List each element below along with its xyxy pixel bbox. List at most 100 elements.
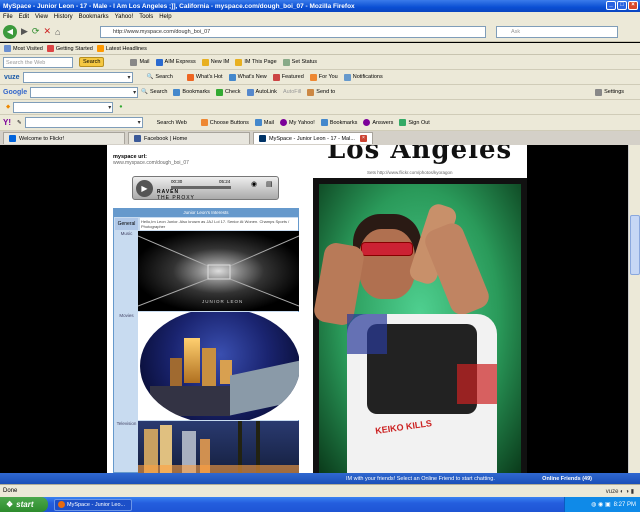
- notifications-button[interactable]: Notifications: [343, 73, 383, 81]
- menu-history[interactable]: History: [54, 14, 73, 20]
- send-to-button[interactable]: Send to: [307, 88, 335, 96]
- vertical-scrollbar[interactable]: [628, 145, 640, 473]
- google-settings-button[interactable]: Settings: [595, 88, 624, 96]
- im-message: IM with your friends! Select an Online F…: [346, 475, 495, 482]
- nav-bar: ◀ ▶ ⟳ ✕ ⌂ http://www.myspace.com/dough_b…: [0, 22, 640, 42]
- online-friends-button[interactable]: Online Friends (49): [542, 476, 592, 482]
- search-button[interactable]: Search: [79, 57, 105, 67]
- reload-button[interactable]: ⟳: [32, 26, 40, 37]
- yahoo-search-input[interactable]: [24, 117, 143, 128]
- main-profile-photo[interactable]: KEIKO KILLS: [313, 178, 527, 473]
- search-web-button[interactable]: Search Web: [157, 120, 187, 126]
- tab-myspace[interactable]: MySpace - Junior Leon - 17 - Mal... ×: [253, 132, 373, 144]
- tab-facebook[interactable]: Facebook | Home: [128, 132, 250, 144]
- pencil-icon[interactable]: ✎: [17, 120, 22, 126]
- general-text: Hello,Im Leon Junior. Also known as JAJ …: [140, 218, 298, 230]
- movies-photo[interactable]: [138, 312, 299, 420]
- banner-text: Los Angeles: [327, 145, 513, 165]
- windows-logo-icon: ❖: [6, 500, 14, 509]
- start-button[interactable]: ❖ start: [0, 497, 48, 512]
- title-bar: MySpace - Junior Leon - 17 - Male - I Am…: [0, 0, 640, 12]
- for-you-button[interactable]: For You: [309, 73, 338, 81]
- featured-button[interactable]: Featured: [272, 73, 304, 81]
- tab-flickr[interactable]: Welcome to Flickr!: [3, 132, 125, 144]
- menu-edit[interactable]: Edit: [19, 14, 29, 20]
- myspace-profile: myspace url: www.myspace.com/dough_boi_0…: [107, 145, 527, 473]
- web-search-input[interactable]: Search the Web: [3, 56, 73, 68]
- bookmark-getting-started[interactable]: Getting Started: [46, 45, 93, 52]
- menu-icon[interactable]: ▤: [266, 180, 273, 188]
- interests-table: Junior Leon's Interests General Hello,Im…: [113, 208, 299, 473]
- window-title: MySpace - Junior Leon - 17 - Male - I Am…: [3, 2, 355, 10]
- close-tab-icon[interactable]: ×: [360, 135, 367, 142]
- scroll-thumb[interactable]: [630, 215, 640, 275]
- taskbar-firefox-button[interactable]: MySpace - Junior Leo...: [54, 498, 132, 511]
- progress-bar[interactable]: [171, 186, 231, 189]
- status-icons: vuze ◐ ◑ ▮: [605, 488, 634, 495]
- photo-credit[interactable]: Sets http://www.flickr.com/photos/kyorag…: [367, 170, 453, 175]
- menu-help[interactable]: Help: [159, 14, 171, 20]
- clock: 8:27 PM: [613, 501, 636, 508]
- google-bookmarks-button[interactable]: Bookmarks: [173, 88, 210, 96]
- volume-icon[interactable]: ◉: [251, 180, 257, 188]
- movies-label: Movies: [119, 313, 134, 318]
- answers-button[interactable]: Answers: [363, 119, 393, 126]
- whats-new-button[interactable]: What's New: [228, 73, 267, 81]
- search-engine-input[interactable]: Ask: [496, 26, 618, 38]
- vuze-logo: vuze: [4, 73, 20, 81]
- shirt-text: KEIKO KILLS: [374, 418, 433, 436]
- close-button[interactable]: ×: [628, 1, 638, 10]
- check-button[interactable]: Check: [215, 88, 241, 96]
- autolink-button[interactable]: AutoLink: [246, 88, 277, 96]
- forward-button[interactable]: ▶: [21, 26, 28, 37]
- yahoo-bookmarks-button[interactable]: Bookmarks: [320, 119, 357, 126]
- google-logo: Google: [3, 88, 28, 96]
- misc-toolbar: ◆ ●: [0, 100, 640, 115]
- home-button[interactable]: ⌂: [55, 27, 60, 37]
- google-toolbar: Google 🔍Search Bookmarks Check AutoLink …: [0, 85, 640, 100]
- url-input[interactable]: http://www.myspace.com/dough_boi_07: [100, 26, 486, 38]
- aim-mail-link[interactable]: Mail: [130, 58, 150, 66]
- sign-out-button[interactable]: Sign Out: [399, 119, 430, 126]
- stop-button[interactable]: ✕: [43, 26, 51, 37]
- television-photo[interactable]: [138, 421, 299, 473]
- time-elapsed: 00:30: [171, 179, 183, 184]
- music-photo[interactable]: JUNIOR LEON: [138, 231, 299, 311]
- google-search-input[interactable]: [30, 86, 139, 98]
- my-yahoo-button[interactable]: My Yahoo!: [280, 119, 315, 126]
- play-button[interactable]: ▶: [136, 180, 153, 197]
- choose-buttons-button[interactable]: Choose Buttons: [200, 119, 249, 126]
- yahoo-logo: Y!: [3, 118, 11, 127]
- player-song: THE PROXY: [157, 195, 195, 201]
- im-bar: IM with your friends! Select an Online F…: [0, 473, 640, 484]
- vuze-search-button[interactable]: 🔍 Search: [147, 74, 173, 80]
- bookmarks-bar: Most Visited Getting Started Latest Head…: [0, 43, 640, 55]
- page-viewport: myspace url: www.myspace.com/dough_boi_0…: [0, 145, 640, 473]
- google-search-button[interactable]: 🔍 Search: [141, 89, 167, 95]
- maximize-button[interactable]: □: [617, 1, 627, 10]
- new-im-link[interactable]: New IM: [201, 58, 229, 66]
- whats-hot-button[interactable]: What's Hot: [186, 73, 223, 81]
- back-button[interactable]: ◀: [3, 24, 17, 39]
- minimize-button[interactable]: _: [606, 1, 616, 10]
- vuze-search-input[interactable]: [22, 71, 133, 83]
- menu-view[interactable]: View: [35, 14, 48, 20]
- bookmark-latest-headlines[interactable]: Latest Headlines: [96, 45, 147, 52]
- misc-dropdown[interactable]: [13, 101, 114, 113]
- menu-file[interactable]: File: [3, 14, 13, 20]
- im-this-page-link[interactable]: IM This Page: [235, 58, 277, 66]
- toolbar-icon[interactable]: ◆: [6, 104, 10, 110]
- vuze-toolbar: vuze 🔍Search What's Hot What's New Featu…: [0, 70, 640, 85]
- bookmark-most-visited[interactable]: Most Visited: [4, 45, 43, 52]
- menu-bookmarks[interactable]: Bookmarks: [79, 14, 109, 20]
- set-status-link[interactable]: Set Status: [282, 58, 317, 66]
- myspace-url[interactable]: www.myspace.com/dough_boi_07: [113, 160, 189, 166]
- aim-express-link[interactable]: AIM Express: [155, 58, 196, 66]
- yahoo-mail-button[interactable]: Mail: [254, 119, 274, 126]
- go-button[interactable]: ●: [119, 104, 122, 110]
- autofill-button[interactable]: AutoFill: [283, 89, 301, 95]
- menu-yahoo[interactable]: Yahoo!: [115, 14, 134, 20]
- tray-icons[interactable]: ◍ ◉ ▣: [591, 501, 610, 508]
- menu-tools[interactable]: Tools: [139, 14, 153, 20]
- music-player: ▶ 00:30 05:24 RAVEN THE PROXY ◉ ▤: [132, 176, 279, 201]
